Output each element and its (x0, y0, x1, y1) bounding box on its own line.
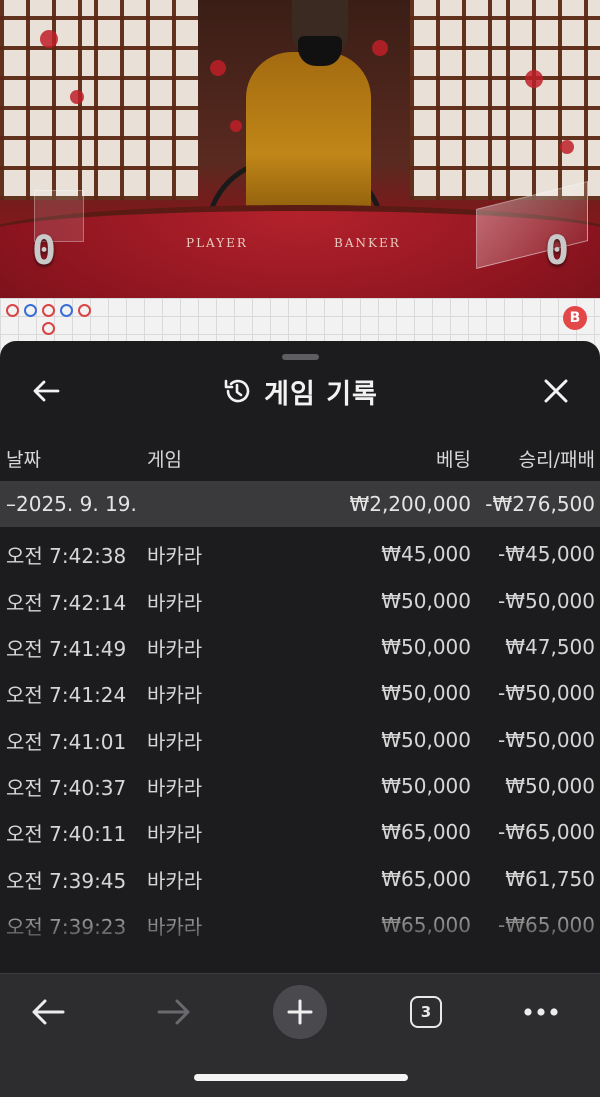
row-time: 오전 7:41:24 (6, 682, 127, 707)
sheet-header: 게임 기록 (0, 363, 600, 419)
road-marker-blue (24, 304, 37, 317)
history-icon (224, 379, 250, 403)
row-bet: ₩65,000 (381, 913, 471, 937)
tab-switcher-button[interactable]: 3 (394, 980, 458, 1044)
close-button[interactable] (536, 371, 576, 411)
sheet-title: 게임 기록 (264, 378, 378, 410)
table-row[interactable]: 오전 7:40:11 바카라 ₩65,000 -₩65,000 (0, 809, 600, 855)
row-game: 바카라 (147, 543, 203, 568)
row-time: 오전 7:40:11 (6, 821, 127, 846)
summary-date: –2025. 9. 19. (6, 492, 137, 516)
row-bet: ₩65,000 (381, 867, 471, 891)
row-result: -₩65,000 (498, 820, 595, 844)
table-row[interactable]: 오전 7:39:45 바카라 ₩65,000 ₩61,750 (0, 856, 600, 902)
table-row[interactable]: 오전 7:41:49 바카라 ₩50,000 ₩47,500 (0, 624, 600, 670)
row-bet: ₩50,000 (381, 589, 471, 613)
row-result: -₩65,000 (498, 913, 595, 937)
summary-bet-total: ₩2,200,000 (349, 492, 471, 516)
sheet-grabber[interactable] (282, 354, 319, 360)
banker-prediction-badge[interactable]: B (563, 306, 587, 330)
row-game: 바카라 (147, 682, 203, 707)
table-header: 날짜 게임 베팅 승리/패배 (0, 438, 600, 478)
road-marker-red (42, 304, 55, 317)
table-row[interactable]: 오전 7:40:37 바카라 ₩50,000 ₩50,000 (0, 763, 600, 809)
date-summary-row[interactable]: –2025. 9. 19. ₩2,200,000 -₩276,500 (0, 481, 600, 527)
row-game: 바카라 (147, 914, 203, 939)
row-result: -₩50,000 (498, 728, 595, 752)
folding-screen-left-2 (94, 0, 198, 200)
column-header-date: 날짜 (6, 448, 41, 471)
dealer-mask (298, 36, 342, 66)
browser-back-button[interactable] (16, 980, 80, 1044)
browser-forward-button[interactable] (142, 980, 206, 1044)
close-icon (544, 379, 568, 403)
row-time: 오전 7:41:01 (6, 729, 127, 754)
banker-area-label: BANKER (334, 236, 401, 250)
row-result: ₩50,000 (505, 774, 595, 798)
row-bet: ₩45,000 (381, 542, 471, 566)
live-video-feed: PLAYER BANKER 0 0 (0, 0, 600, 298)
new-tab-button[interactable] (268, 980, 332, 1044)
more-dots-icon (524, 1008, 558, 1016)
table-row[interactable]: 오전 7:39:23 바카라 ₩65,000 -₩65,000 (0, 902, 600, 948)
row-bet: ₩65,000 (381, 820, 471, 844)
road-marker-red (42, 322, 55, 335)
row-time: 오전 7:42:14 (6, 590, 127, 615)
folding-screen-right-2 (506, 0, 600, 200)
row-game: 바카라 (147, 775, 203, 800)
row-time: 오전 7:39:45 (6, 868, 127, 893)
arrow-right-icon (157, 999, 190, 1025)
row-game: 바카라 (147, 729, 203, 754)
tab-count: 3 (410, 996, 442, 1028)
row-bet: ₩50,000 (381, 681, 471, 705)
road-marker-red (6, 304, 19, 317)
arrow-left-icon (32, 999, 65, 1025)
banker-score: 0 (545, 228, 570, 274)
column-header-game: 게임 (147, 448, 182, 471)
summary-result-total: -₩276,500 (485, 492, 595, 516)
row-game: 바카라 (147, 590, 203, 615)
dealer (246, 52, 371, 222)
table-row[interactable]: 오전 7:42:14 바카라 ₩50,000 -₩50,000 (0, 578, 600, 624)
row-result: -₩50,000 (498, 589, 595, 613)
row-time: 오전 7:42:38 (6, 543, 127, 568)
plus-button-bg (273, 985, 327, 1039)
game-history-sheet: 게임 기록 날짜 게임 베팅 승리/패배 –2025. 9. 19. ₩2,20… (0, 341, 600, 973)
row-bet: ₩50,000 (381, 635, 471, 659)
column-header-result: 승리/패배 (518, 448, 595, 471)
row-bet: ₩50,000 (381, 774, 471, 798)
row-result: -₩45,000 (498, 542, 595, 566)
row-result: ₩61,750 (505, 867, 595, 891)
row-time: 오전 7:41:49 (6, 636, 127, 661)
row-game: 바카라 (147, 636, 203, 661)
row-result: -₩50,000 (498, 681, 595, 705)
folding-screen-right (410, 0, 506, 200)
plus-icon (287, 999, 313, 1025)
home-indicator[interactable] (194, 1074, 408, 1081)
row-game: 바카라 (147, 868, 203, 893)
row-time: 오전 7:39:23 (6, 914, 127, 939)
table-row[interactable]: 오전 7:41:24 바카라 ₩50,000 -₩50,000 (0, 670, 600, 716)
player-area-label: PLAYER (186, 236, 248, 250)
row-time: 오전 7:40:37 (6, 775, 127, 800)
player-score: 0 (32, 228, 57, 274)
road-marker-red (78, 304, 91, 317)
table-row[interactable]: 오전 7:41:01 바카라 ₩50,000 -₩50,000 (0, 717, 600, 763)
row-result: ₩47,500 (505, 635, 595, 659)
row-game: 바카라 (147, 821, 203, 846)
table-row[interactable]: 오전 7:42:38 바카라 ₩45,000 -₩45,000 (0, 531, 600, 577)
column-header-bet: 베팅 (436, 448, 471, 471)
row-bet: ₩50,000 (381, 728, 471, 752)
browser-toolbar: 3 (0, 973, 600, 1097)
sheet-title-group: 게임 기록 (0, 371, 600, 411)
road-marker-blue (60, 304, 73, 317)
more-menu-button[interactable] (509, 980, 573, 1044)
